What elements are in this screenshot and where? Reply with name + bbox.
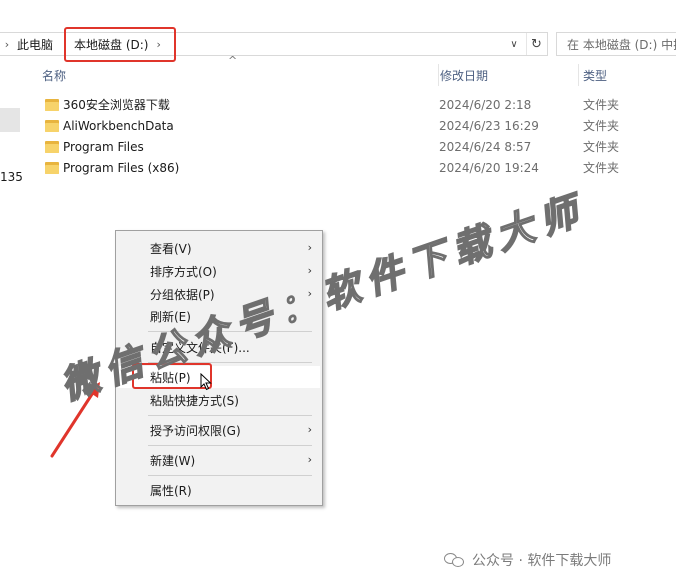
menu-item-properties[interactable]: 属性(R) — [118, 479, 320, 501]
chevron-right-icon: › — [307, 423, 312, 436]
menu-item-label: 属性(R) — [150, 483, 192, 498]
file-row[interactable]: Program Files (x86) 2024/6/20 19:24 文件夹 — [42, 157, 676, 178]
file-name: 360安全浏览器下载 — [63, 98, 170, 112]
file-date: 2024/6/23 16:29 — [439, 118, 539, 133]
address-bar-row: › 此电脑 本地磁盘 (D:) › ∨ ↻ 在 本地磁盘 (D:) 中搜 — [0, 24, 676, 64]
menu-item-give-access[interactable]: 授予访问权限(G) › — [118, 419, 320, 441]
chevron-down-icon[interactable]: ∨ — [504, 33, 524, 55]
column-header-name[interactable]: 名称 — [42, 64, 428, 86]
credit-text: 公众号 · 软件下载大师 — [472, 553, 612, 569]
column-type-label: 类型 — [583, 68, 608, 83]
mouse-cursor-icon — [200, 373, 212, 391]
menu-item-label: 分组依据(P) — [150, 287, 215, 302]
breadcrumb-current-drive[interactable]: 本地磁盘 (D:) › — [64, 27, 176, 62]
folder-icon — [45, 119, 59, 132]
wechat-icon — [444, 552, 466, 568]
file-date: 2024/6/20 19:24 — [439, 160, 539, 175]
menu-item-paste-shortcut[interactable]: 粘贴快捷方式(S) — [118, 389, 320, 411]
refresh-icon[interactable]: ↻ — [526, 33, 546, 55]
file-type: 文件夹 — [583, 161, 620, 175]
menu-item-label: 查看(V) — [150, 241, 192, 256]
search-input[interactable]: 在 本地磁盘 (D:) 中搜 — [556, 32, 676, 56]
column-date-label: 修改日期 — [440, 68, 489, 83]
nav-item-number[interactable]: 135 — [0, 170, 23, 184]
breadcrumb-drive-label: 本地磁盘 (D:) — [74, 38, 149, 52]
file-date: 2024/6/20 2:18 — [439, 97, 532, 112]
chevron-right-icon: › — [307, 453, 312, 466]
file-name: Program Files — [63, 139, 144, 154]
column-header-date[interactable]: 修改日期 — [438, 64, 578, 86]
folder-icon — [45, 140, 59, 153]
menu-divider — [148, 415, 312, 416]
menu-item-label: 授予访问权限(G) — [150, 423, 241, 438]
chevron-right-icon[interactable]: › — [156, 38, 160, 51]
file-type: 文件夹 — [583, 119, 620, 133]
menu-divider — [148, 475, 312, 476]
file-list: 360安全浏览器下载 2024/6/20 2:18 文件夹 AliWorkben… — [42, 94, 676, 178]
menu-item-view[interactable]: 查看(V) › — [118, 237, 320, 259]
file-type: 文件夹 — [583, 98, 620, 112]
breadcrumb-this-pc[interactable]: 此电脑 — [14, 36, 56, 53]
file-row[interactable]: Program Files 2024/6/24 8:57 文件夹 — [42, 136, 676, 157]
file-date: 2024/6/24 8:57 — [439, 139, 532, 154]
folder-icon — [45, 98, 59, 111]
chevron-right-icon[interactable]: › — [0, 38, 14, 51]
folder-icon — [45, 161, 59, 174]
column-header-type[interactable]: 类型 — [578, 64, 676, 86]
column-name-label: 名称 — [42, 68, 67, 83]
file-type: 文件夹 — [583, 140, 620, 154]
menu-item-label: 排序方式(O) — [150, 264, 217, 279]
file-row[interactable]: 360安全浏览器下载 2024/6/20 2:18 文件夹 — [42, 94, 676, 115]
window-top-strip — [0, 0, 676, 24]
menu-divider — [148, 445, 312, 446]
address-bar[interactable]: › 此电脑 本地磁盘 (D:) › ∨ ↻ — [0, 27, 548, 62]
navigation-pane: 135 — [0, 64, 24, 588]
chevron-right-icon: › — [307, 241, 312, 254]
nav-selected-item[interactable] — [0, 108, 20, 132]
menu-item-new[interactable]: 新建(W) › — [118, 449, 320, 471]
credit-footer: 公众号 · 软件下载大师 — [444, 548, 611, 572]
file-name: AliWorkbenchData — [63, 118, 174, 133]
file-row[interactable]: AliWorkbenchData 2024/6/23 16:29 文件夹 — [42, 115, 676, 136]
file-name: Program Files (x86) — [63, 160, 180, 175]
menu-item-label: 粘贴快捷方式(S) — [150, 393, 239, 408]
menu-item-label: 新建(W) — [150, 453, 196, 468]
search-placeholder: 在 本地磁盘 (D:) 中搜 — [567, 37, 676, 52]
